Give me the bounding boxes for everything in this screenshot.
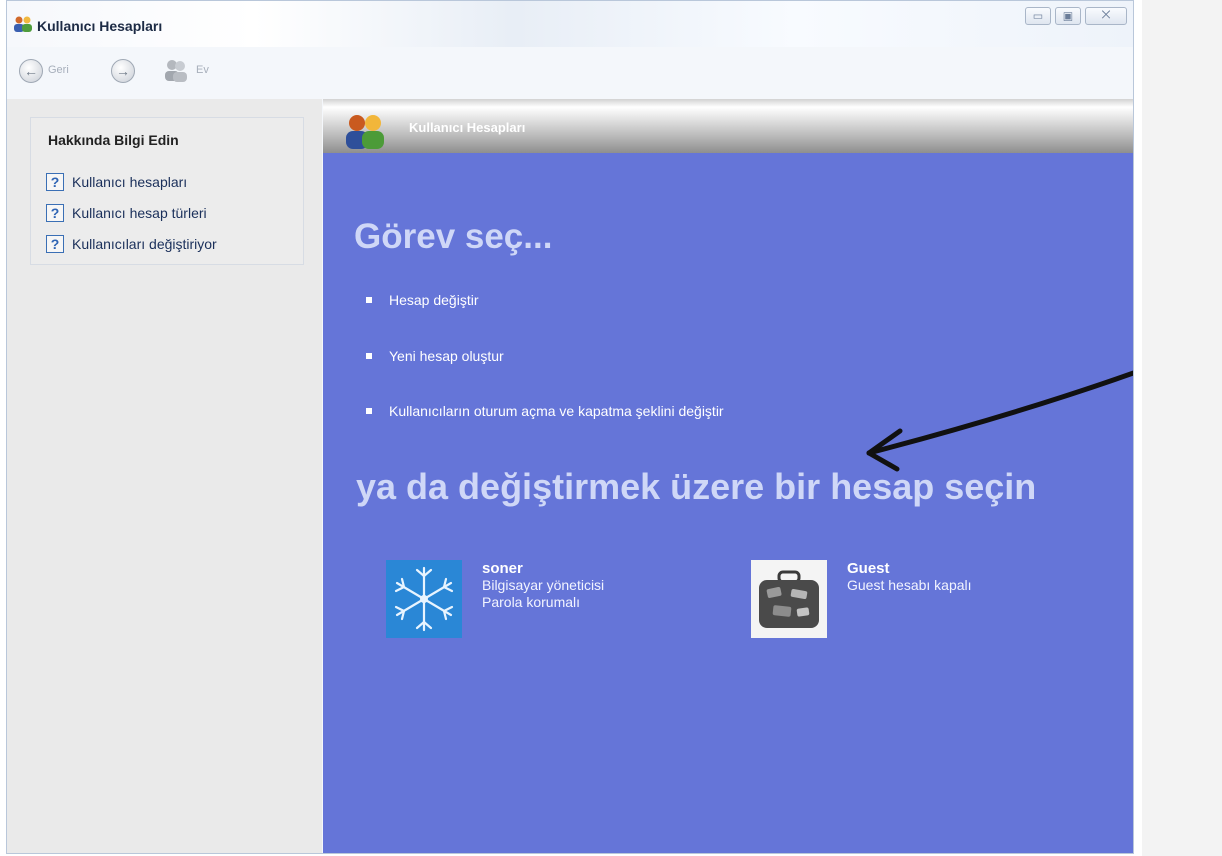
- help-icon: ?: [46, 172, 64, 191]
- account-info: Guest Guest hesabı kapalı: [847, 560, 972, 638]
- window-title: Kullanıcı Hesapları: [37, 18, 163, 34]
- close-button[interactable]: ⨉: [1085, 7, 1127, 25]
- help-link-accounts[interactable]: ? Kullanıcı hesapları: [46, 166, 217, 197]
- help-link-label: Kullanıcı hesap türleri: [72, 204, 207, 221]
- back-button[interactable]: ←: [19, 59, 43, 83]
- help-link-label: Kullanıcıları değiştiriyor: [72, 235, 217, 252]
- account-info: soner Bilgisayar yöneticisi Parola korum…: [482, 560, 604, 638]
- help-links: ? Kullanıcı hesapları ? Kullanıcı hesap …: [46, 166, 217, 259]
- account-status: Guest hesabı kapalı: [847, 577, 972, 593]
- maximize-button[interactable]: ▣: [1055, 7, 1081, 25]
- home-users-icon[interactable]: [162, 56, 190, 84]
- account-guest[interactable]: Guest Guest hesabı kapalı: [751, 560, 972, 638]
- help-link-label: Kullanıcı hesapları: [72, 173, 188, 190]
- task-create-account[interactable]: Yeni hesap oluştur: [366, 348, 504, 364]
- task-label: Kullanıcıların oturum açma ve kapatma şe…: [389, 403, 724, 419]
- desktop-background: [1142, 0, 1222, 856]
- sidebar: Hakkında Bilgi Edin ? Kullanıcı hesaplar…: [7, 99, 322, 853]
- maximize-icon: ▣: [1062, 10, 1074, 23]
- account-name: Guest: [847, 560, 890, 577]
- help-link-switch-users[interactable]: ? Kullanıcıları değiştiriyor: [46, 228, 217, 259]
- svg-text:?: ?: [51, 205, 60, 221]
- suitcase-picture: [751, 560, 827, 638]
- help-link-account-types[interactable]: ? Kullanıcı hesap türleri: [46, 197, 217, 228]
- task-label: Yeni hesap oluştur: [389, 348, 504, 364]
- user-accounts-window: Kullanıcı Hesapları ▭ ▣ ⨉ ← Geri → Ev Ha…: [6, 0, 1134, 854]
- account-soner[interactable]: soner Bilgisayar yöneticisi Parola korum…: [386, 560, 604, 638]
- content-header: Kullanıcı Hesapları: [323, 99, 1133, 153]
- bullet: [366, 353, 372, 359]
- back-label: Geri: [48, 64, 69, 76]
- account-password-status: Parola korumalı: [482, 594, 581, 610]
- main-content: Kullanıcı Hesapları Görev seç... Hesap d…: [323, 99, 1133, 853]
- panel-title: Hakkında Bilgi Edin: [48, 132, 179, 148]
- users-icon: [14, 16, 32, 32]
- back-arrow-icon: ←: [24, 63, 38, 79]
- forward-arrow-icon: →: [116, 63, 130, 79]
- navigation-bar: ← Geri → Ev: [7, 47, 1133, 99]
- header-title: Kullanıcı Hesapları: [409, 120, 526, 135]
- minimize-button[interactable]: ▭: [1025, 7, 1051, 25]
- help-icon: ?: [46, 203, 64, 222]
- task-label: Hesap değiştir: [389, 292, 479, 308]
- home-label: Ev: [196, 64, 209, 76]
- hand-drawn-arrow-annotation: [866, 370, 1133, 472]
- svg-text:?: ?: [51, 174, 60, 190]
- task-change-account[interactable]: Hesap değiştir: [366, 292, 479, 308]
- window-controls: ▭ ▣ ⨉: [1025, 7, 1127, 25]
- snowflake-picture: [386, 560, 462, 638]
- title-bar[interactable]: Kullanıcı Hesapları ▭ ▣ ⨉: [7, 1, 1133, 47]
- users-icon: [346, 115, 384, 149]
- help-icon: ?: [46, 234, 64, 253]
- task-heading: Görev seç...: [354, 217, 553, 256]
- bullet: [366, 408, 372, 414]
- task-change-logon[interactable]: Kullanıcıların oturum açma ve kapatma şe…: [366, 403, 724, 419]
- account-name: soner: [482, 560, 523, 577]
- forward-button[interactable]: →: [111, 59, 135, 83]
- minimize-icon: ▭: [1032, 10, 1044, 23]
- learn-about-panel: Hakkında Bilgi Edin ? Kullanıcı hesaplar…: [30, 117, 304, 265]
- account-type: Bilgisayar yöneticisi: [482, 577, 605, 593]
- close-icon: ⨉: [1101, 9, 1111, 22]
- svg-text:?: ?: [51, 236, 60, 252]
- bullet: [366, 297, 372, 303]
